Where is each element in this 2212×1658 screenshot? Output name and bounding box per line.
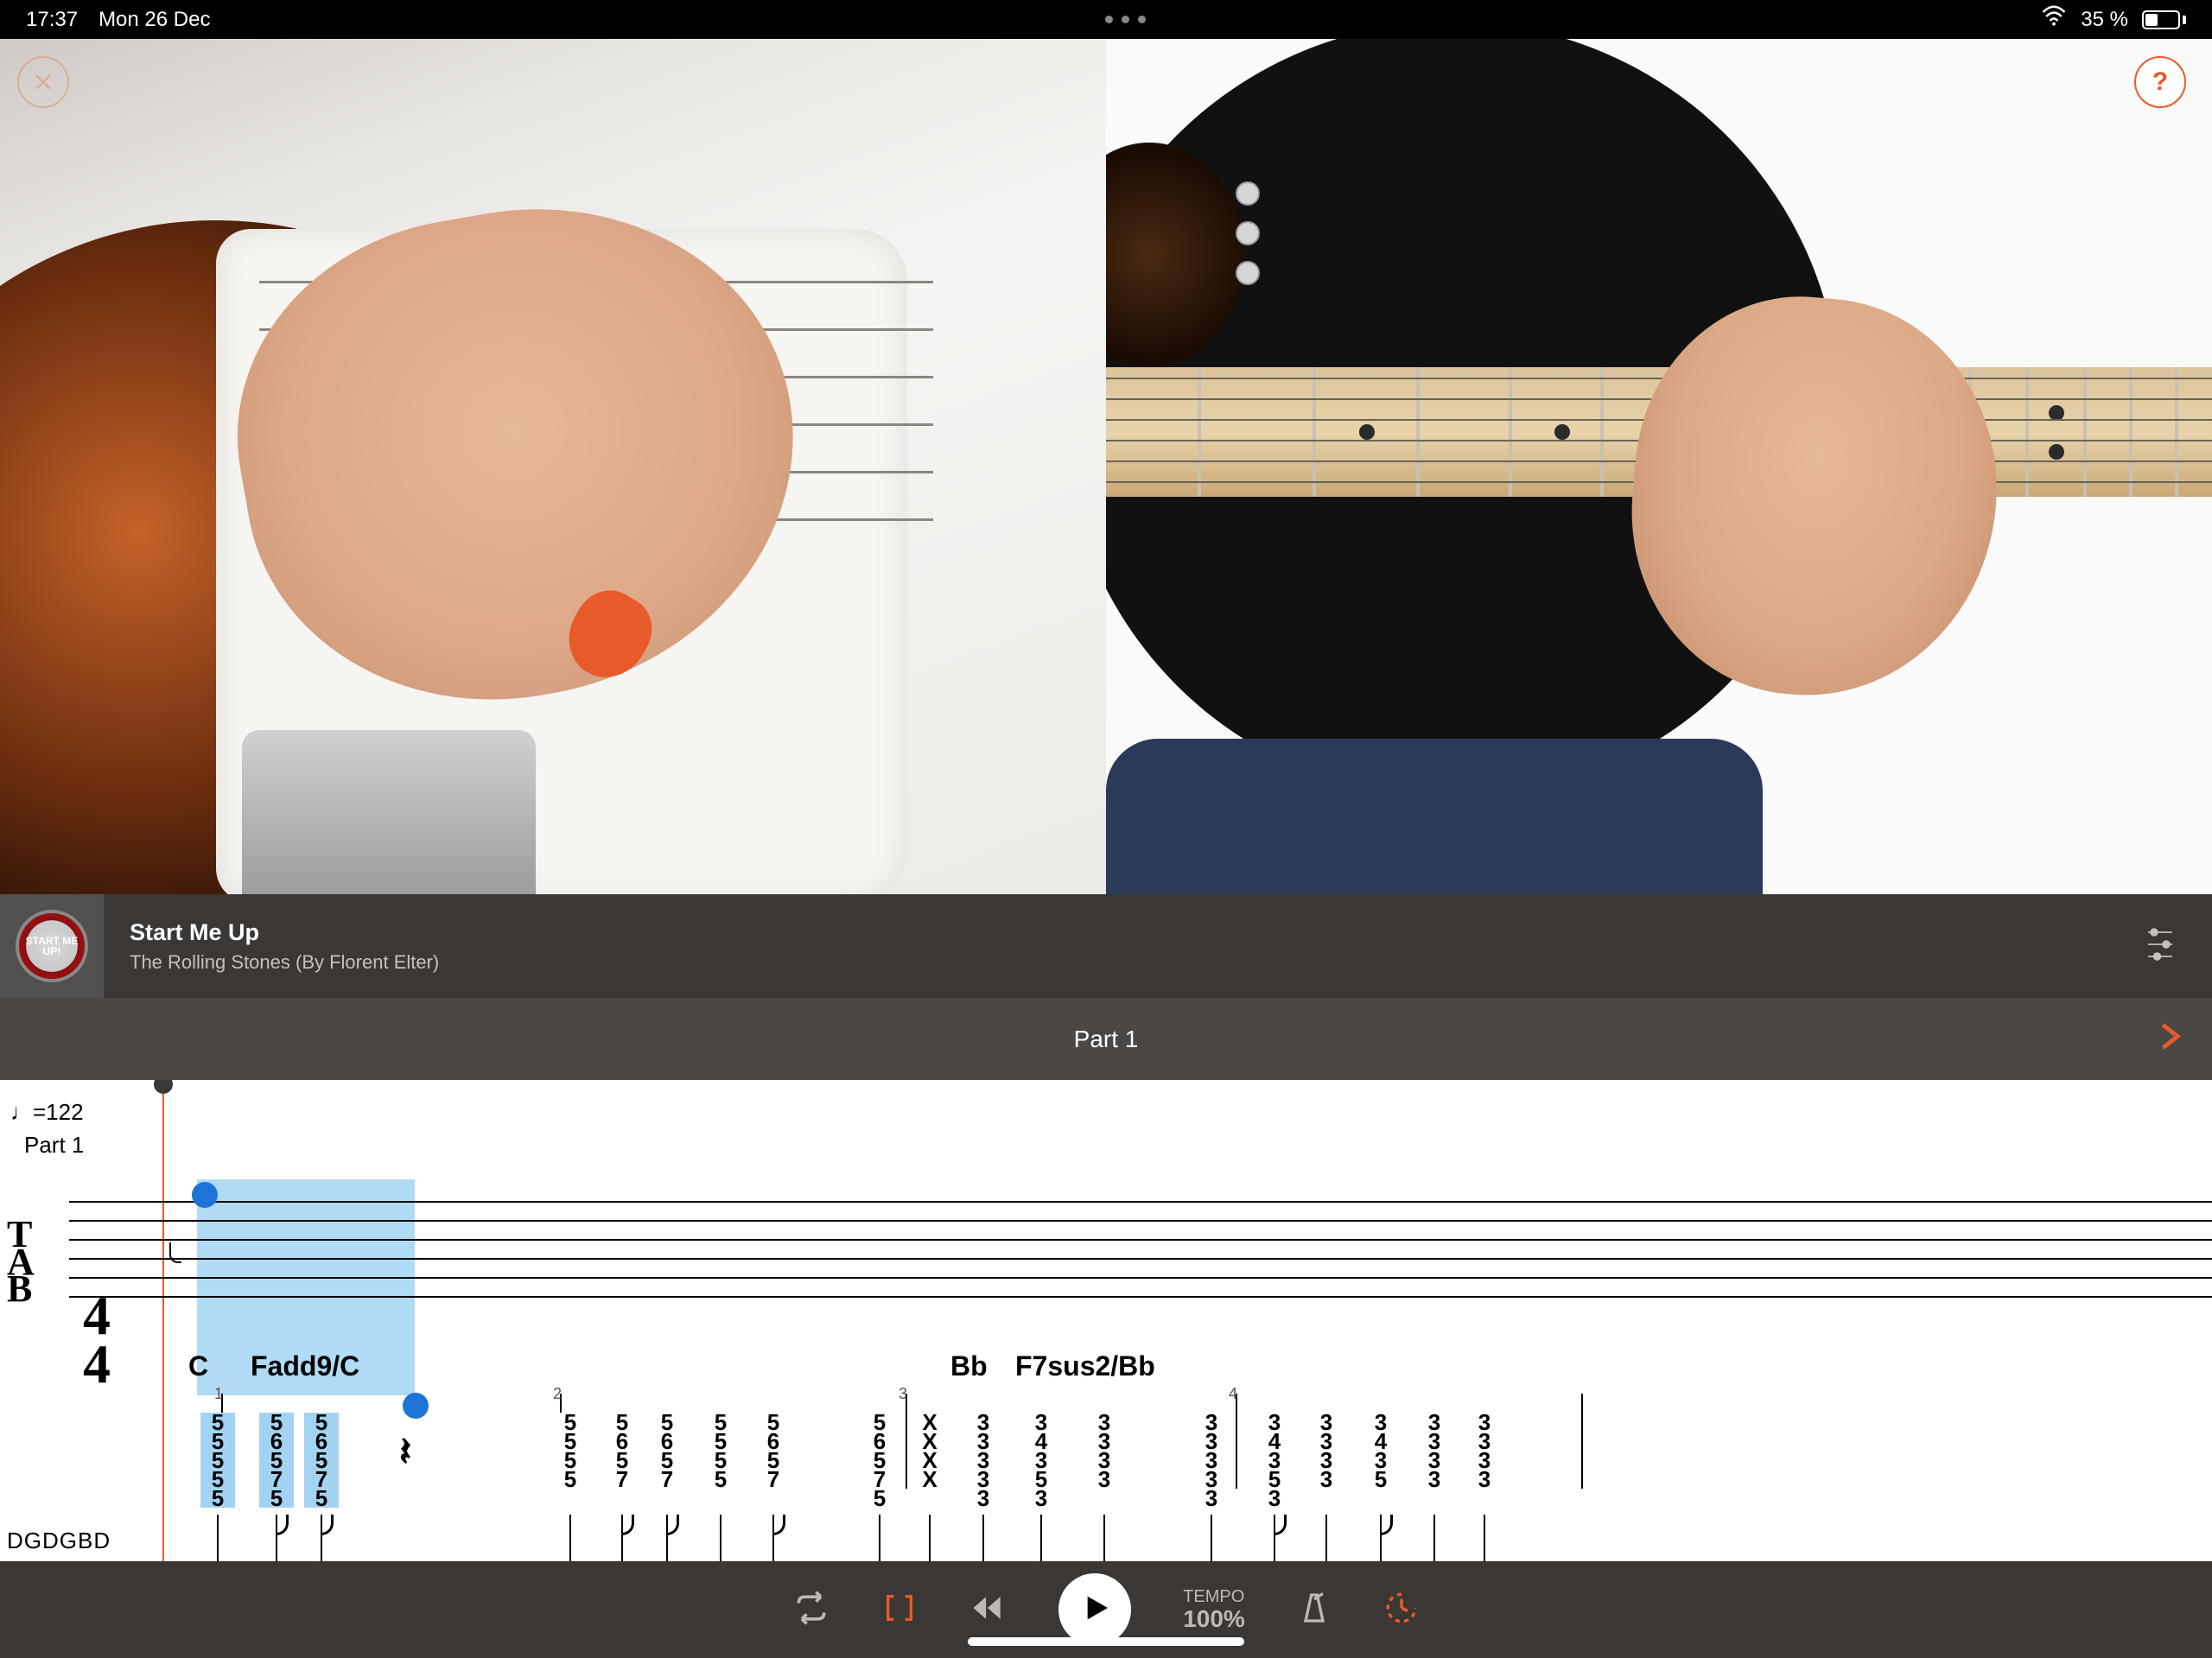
- chord-symbol: C: [188, 1350, 208, 1382]
- rhythm-stem: [758, 1515, 789, 1561]
- rhythm-stem: [1259, 1515, 1290, 1561]
- rewind-button[interactable]: [969, 1589, 1007, 1631]
- section-label: Part 1: [24, 1132, 84, 1159]
- close-button[interactable]: [17, 56, 69, 108]
- repeat-icon: [792, 1589, 830, 1631]
- mixer-button[interactable]: [2108, 926, 2212, 967]
- video-area[interactable]: ?: [0, 39, 2212, 894]
- chevron-right-icon: [2152, 1032, 2186, 1058]
- rhythm-stem: [1365, 1515, 1396, 1561]
- metronome-icon: [1297, 1591, 1332, 1629]
- sliders-icon: [2142, 926, 2178, 967]
- rhythm-stem: [1419, 1515, 1450, 1561]
- tempo-value: 100%: [1183, 1606, 1245, 1633]
- rhythm-stem: [1469, 1515, 1500, 1561]
- countdown-button[interactable]: [1383, 1590, 1420, 1630]
- transport-controls: TEMPO 100%: [0, 1561, 2212, 1658]
- rhythm-stem: [1196, 1515, 1227, 1561]
- status-time: 17:37: [26, 8, 78, 32]
- tab-column: .56575: [259, 1394, 294, 1508]
- song-title: Start Me Up: [130, 919, 2108, 946]
- bar-number: 4: [1229, 1385, 1237, 1403]
- loop-brackets-icon: [882, 1591, 917, 1629]
- loop-start-handle[interactable]: [192, 1182, 218, 1208]
- rhythm-stem: [202, 1515, 233, 1561]
- loop-button[interactable]: [882, 1591, 917, 1629]
- tab-column: .56575: [304, 1394, 339, 1508]
- chord-symbol: Bb: [950, 1350, 988, 1382]
- multitask-dots[interactable]: [210, 16, 2041, 23]
- wifi-icon: [2041, 3, 2067, 35]
- play-button[interactable]: [1058, 1573, 1131, 1646]
- rhythm-stem: [306, 1515, 337, 1561]
- repeat-button[interactable]: [792, 1589, 830, 1631]
- rhythm-stem: [1026, 1515, 1057, 1561]
- video-left-pane: [0, 39, 1106, 894]
- rhythm-stem: [1311, 1515, 1342, 1561]
- video-right-pane: [1106, 39, 2212, 894]
- tempo-label: TEMPO: [1183, 1587, 1245, 1606]
- rhythm-stem: [555, 1515, 586, 1561]
- part-selector[interactable]: Part 1: [0, 998, 2212, 1080]
- album-badge: START ME UP!: [16, 910, 88, 982]
- skip-back-icon: [969, 1589, 1007, 1631]
- tab-clef: T A B: [7, 1221, 35, 1303]
- bar-number: 3: [899, 1385, 907, 1403]
- help-button[interactable]: ?: [2134, 56, 2186, 108]
- rhythm-stem: [864, 1515, 895, 1561]
- rest-symbol: 𝄽: [399, 1428, 2212, 1477]
- tablature-area[interactable]: ♩=122 Part 1 DGDGBD T A B 44 1234 CFadd9…: [0, 1080, 2212, 1561]
- rhythm-stem: [914, 1515, 945, 1561]
- countdown-icon: [1383, 1590, 1420, 1630]
- tempo-button[interactable]: TEMPO 100%: [1183, 1587, 1245, 1633]
- rhythm-stem: [705, 1515, 736, 1561]
- rhythm-stem: [1089, 1515, 1120, 1561]
- album-art[interactable]: START ME UP!: [0, 894, 104, 998]
- tab-column: .55555: [200, 1394, 235, 1508]
- loop-end-handle[interactable]: [403, 1393, 429, 1419]
- rhythm-stem: [261, 1515, 292, 1561]
- tuning-label: DGDGBD: [7, 1528, 111, 1554]
- chord-symbol: F7sus2/Bb: [1015, 1350, 1155, 1382]
- home-indicator[interactable]: [968, 1637, 1244, 1646]
- play-icon: [1077, 1591, 1112, 1629]
- part-label: Part 1: [1074, 1026, 1139, 1053]
- chord-symbol: Fadd9/C: [251, 1350, 359, 1382]
- battery-pct: 35 %: [2081, 8, 2128, 32]
- metronome-button[interactable]: [1297, 1591, 1332, 1629]
- next-part-button[interactable]: [2152, 1019, 2186, 1059]
- song-subtitle: The Rolling Stones (By Florent Elter): [130, 951, 2108, 974]
- tempo-marking: ♩=122: [10, 1099, 84, 1126]
- rhythm-stem: [968, 1515, 999, 1561]
- song-info-bar: START ME UP! Start Me Up The Rolling Sto…: [0, 894, 2212, 998]
- battery-icon: [2142, 10, 2186, 29]
- rhythm-stem: [652, 1515, 683, 1561]
- tab-staff: [69, 1201, 2212, 1296]
- half-rest-symbol: [169, 1242, 181, 1263]
- rhythm-stem: [607, 1515, 638, 1561]
- status-date: Mon 26 Dec: [99, 8, 210, 32]
- status-bar: 17:37 Mon 26 Dec 35 %: [0, 0, 2212, 39]
